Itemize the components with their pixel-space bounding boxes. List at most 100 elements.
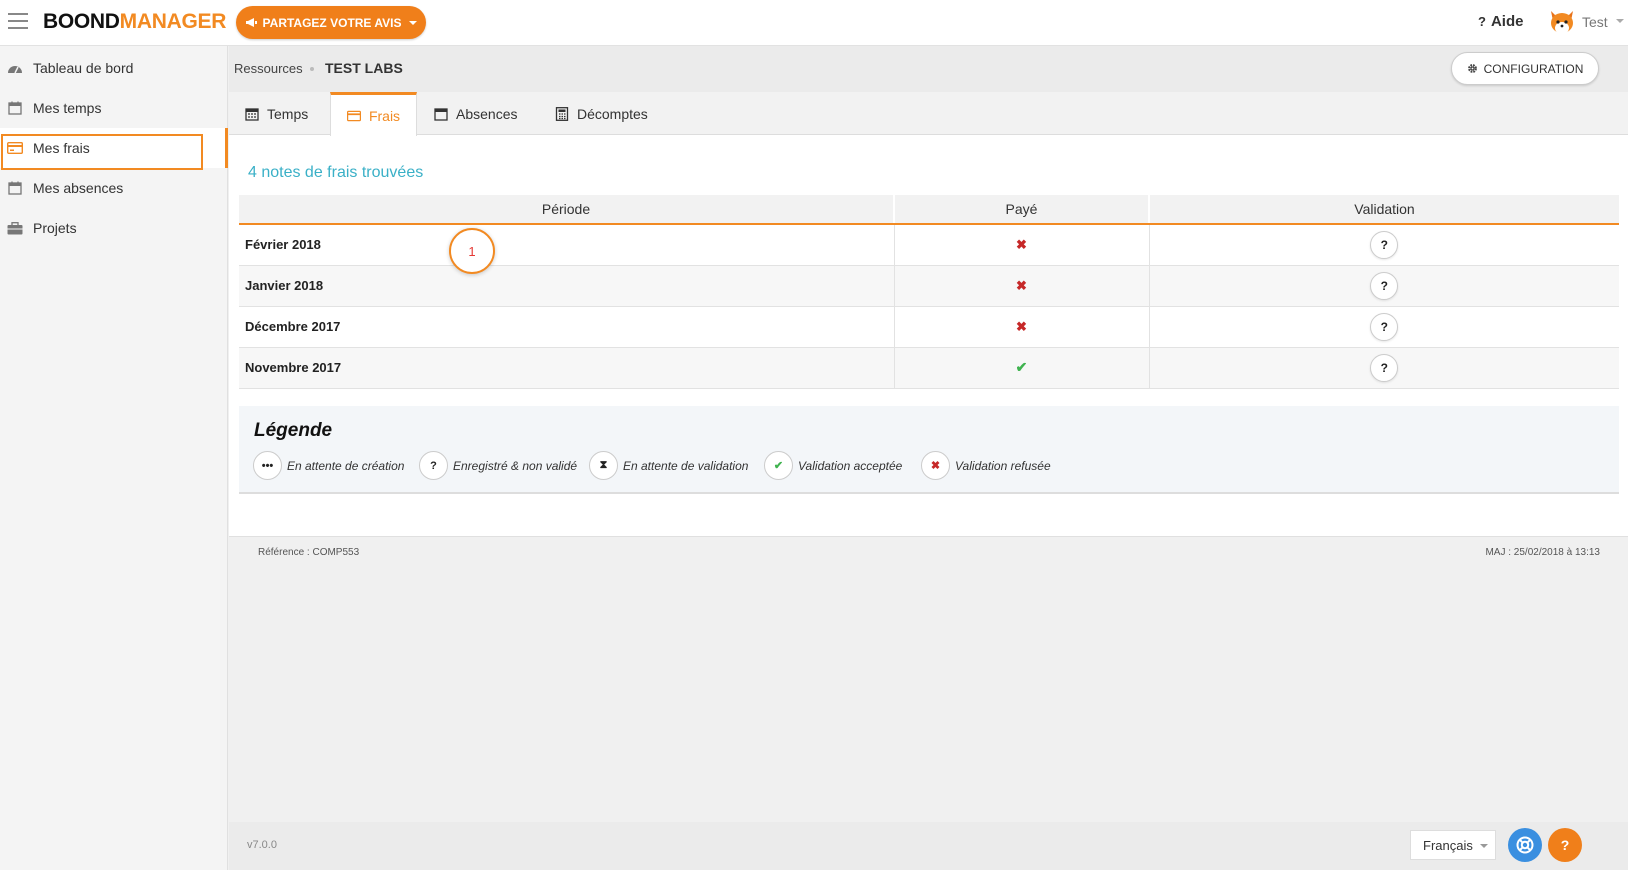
legend-item-accepted: ✔ Validation acceptée [764, 451, 902, 480]
user-name[interactable]: Test [1582, 14, 1608, 30]
table-row[interactable]: Janvier 2018 ✖ ? [239, 265, 1619, 307]
calculator-icon [555, 106, 569, 121]
legend-item-pending-creation: ••• En attente de création [253, 451, 404, 480]
status-badge[interactable]: ? [1370, 230, 1399, 259]
table-row[interactable]: Novembre 2017 ✔ ? [239, 347, 1619, 389]
sidebar-item-label: Projets [33, 220, 77, 236]
legend-label: Validation acceptée [798, 458, 903, 473]
last-updated-text: MAJ : 25/02/2018 à 13:13 [1485, 547, 1600, 558]
status-badge[interactable]: ? [1370, 353, 1399, 382]
tab-decomptes[interactable]: Décomptes [555, 92, 648, 135]
tab-temps[interactable]: Temps [245, 92, 308, 135]
hourglass-icon: ⧗ [589, 451, 618, 480]
sidebar-item-mes-absences[interactable]: Mes absences [0, 168, 228, 208]
chevron-down-icon [409, 20, 418, 25]
gear-icon [1467, 64, 1477, 73]
calendar-icon [245, 107, 259, 121]
language-value: Français [1423, 837, 1473, 853]
breadcrumb: Ressources TEST LABS CONFIGURATION [229, 46, 1628, 92]
sidebar-item-label: Mes temps [33, 100, 102, 116]
period-cell[interactable]: Janvier 2018 [239, 265, 895, 307]
validation-cell: ? [1149, 306, 1619, 348]
dashboard-icon [7, 61, 23, 75]
legend-label: En attente de validation [623, 458, 749, 473]
status-badge[interactable]: ? [1370, 271, 1399, 300]
paid-cell: ✖ [894, 224, 1150, 266]
top-bar: BOONDMANAGER PARTAGEZ VOTRE AVIS ? Aide T… [0, 0, 1628, 46]
sidebar-item-label: Mes absences [33, 180, 124, 196]
help-link[interactable]: ? Aide [1478, 13, 1523, 30]
close-icon: ✖ [1016, 277, 1027, 293]
legend-item-saved-not-validated: ? Enregistré & non validé [419, 451, 577, 480]
tab-frais[interactable]: Frais [330, 92, 417, 136]
version-label: v7.0.0 [247, 839, 277, 851]
close-icon: ✖ [1016, 318, 1027, 334]
table-header-row: Période Payé Validation [239, 195, 1619, 225]
status-badge[interactable]: ? [1370, 312, 1399, 341]
breadcrumb-current: TEST LABS [325, 60, 403, 76]
sidebar-item-projets[interactable]: Projets [0, 208, 228, 248]
chevron-down-icon [1480, 844, 1488, 848]
close-icon: ✖ [1016, 236, 1027, 252]
breadcrumb-parent[interactable]: Ressources [234, 61, 303, 76]
legend-label: Validation refusée [955, 458, 1051, 473]
calendar-icon [434, 107, 448, 121]
period-cell[interactable]: Décembre 2017 [239, 306, 895, 348]
calendar-icon [7, 101, 23, 115]
column-header-validation[interactable]: Validation [1149, 195, 1619, 225]
help-label: Aide [1490, 13, 1524, 30]
tab-absences[interactable]: Absences [434, 92, 517, 135]
bottom-bar: v7.0.0 Français ? [229, 822, 1628, 870]
validation-cell: ? [1149, 265, 1619, 307]
sidebar-item-label: Tableau de bord [33, 60, 134, 76]
close-icon: ✖ [921, 451, 950, 480]
question-icon: ? [1478, 14, 1486, 29]
sidebar-item-tableau-de-bord[interactable]: Tableau de bord [0, 48, 228, 88]
menu-icon[interactable] [8, 13, 28, 29]
paid-cell: ✖ [894, 265, 1150, 307]
check-icon: ✔ [1015, 359, 1028, 375]
column-header-period[interactable]: Période [239, 195, 895, 225]
period-cell[interactable]: Février 2018 [239, 224, 895, 266]
lifebuoy-icon [1516, 836, 1534, 854]
logo-text-manager: MANAGER [119, 10, 227, 33]
divider [229, 536, 1628, 537]
megaphone-icon [245, 18, 257, 27]
logo[interactable]: BOONDMANAGER [43, 10, 226, 34]
reference-text: Référence : COMP553 [258, 547, 360, 558]
results-count-title: 4 notes de frais trouvées [248, 164, 424, 181]
legend: Légende ••• En attente de création ? Enr… [239, 406, 1619, 494]
paid-cell: ✔ [894, 347, 1150, 389]
table-row[interactable]: Décembre 2017 ✖ ? [239, 306, 1619, 348]
feedback-label: PARTAGEZ VOTRE AVIS [262, 15, 402, 30]
annotation-marker: 1 [449, 228, 495, 274]
table-row[interactable]: Février 2018 ✖ ? [239, 224, 1619, 266]
chevron-down-icon[interactable] [1616, 19, 1624, 23]
language-select[interactable]: Français [1410, 830, 1496, 860]
credit-card-icon [346, 110, 361, 121]
tab-bar: Temps Frais Absences Décomptes [229, 92, 1628, 136]
sidebar-item-mes-temps[interactable]: Mes temps [0, 88, 228, 128]
legend-label: Enregistré & non validé [453, 458, 578, 473]
avatar[interactable] [1547, 7, 1577, 37]
legend-label: En attente de création [287, 458, 405, 473]
configuration-button[interactable]: CONFIGURATION [1451, 52, 1599, 85]
tab-label: Absences [456, 105, 518, 122]
calendar-icon [7, 181, 23, 195]
column-header-paid[interactable]: Payé [894, 195, 1150, 225]
tab-label: Frais [368, 107, 401, 124]
validation-cell: ? [1149, 224, 1619, 266]
main-panel: Temps Frais Absences Décomptes 4 notes d… [229, 92, 1628, 537]
active-item-highlight [1, 134, 203, 170]
help-button[interactable]: ? [1548, 828, 1582, 862]
legend-title: Légende [254, 420, 333, 441]
expenses-table: Période Payé Validation Février 2018 ✖ ?… [239, 195, 1619, 389]
logo-text-boond: BOOND [43, 10, 120, 33]
support-button[interactable] [1508, 828, 1542, 862]
breadcrumb-separator [310, 67, 314, 71]
briefcase-icon [7, 221, 23, 235]
configuration-label: CONFIGURATION [1483, 61, 1584, 76]
ellipsis-icon: ••• [253, 451, 282, 480]
feedback-button[interactable]: PARTAGEZ VOTRE AVIS [236, 6, 426, 39]
period-cell[interactable]: Novembre 2017 [239, 347, 895, 389]
